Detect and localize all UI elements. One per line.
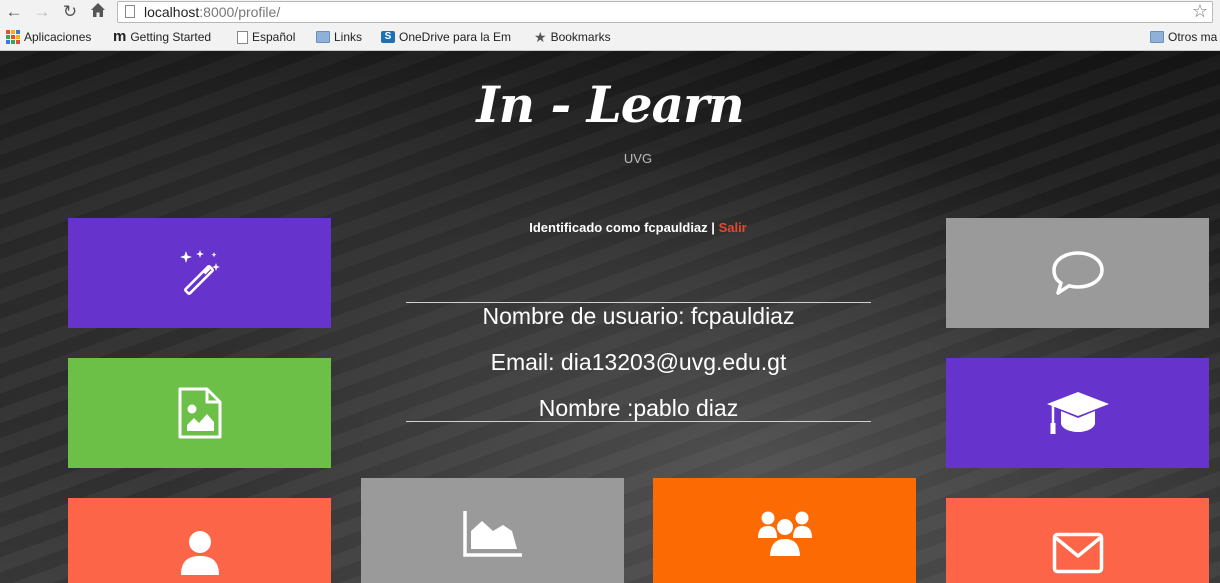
magic-wand-icon — [176, 249, 224, 297]
email-line: Email: dia13203@uvg.edu.gt — [490, 349, 787, 375]
sharepoint-icon: S — [381, 31, 395, 43]
envelope-icon — [1052, 532, 1104, 574]
group-icon — [757, 508, 813, 558]
bookmark-aplicaciones[interactable]: Aplicaciones — [6, 30, 91, 44]
bookmark-label: Bookmarks — [550, 30, 611, 44]
tile-envelope[interactable] — [946, 498, 1209, 583]
site-logo[interactable]: In - Learn — [0, 75, 1220, 134]
tile-area-chart[interactable] — [361, 478, 624, 583]
folder-icon — [1150, 31, 1164, 43]
bookmark-star-icon[interactable]: ☆ — [1192, 1, 1208, 22]
bookmark-otros[interactable]: Otros ma — [1150, 30, 1217, 44]
bookmark-onedrive[interactable]: S OneDrive para la Em — [381, 30, 511, 44]
tile-group[interactable] — [653, 478, 916, 583]
profile-page: In - Learn UVG Identificado como fcpauld… — [0, 51, 1220, 583]
tile-image-file[interactable] — [68, 358, 331, 468]
tile-chat[interactable] — [946, 218, 1209, 328]
bookmark-espanol[interactable]: Español — [237, 30, 295, 44]
graduation-cap-icon — [1045, 390, 1111, 436]
folder-icon — [316, 31, 330, 43]
forward-arrow-icon[interactable]: → — [32, 2, 52, 22]
bookmark-label: Links — [334, 30, 363, 44]
user-icon — [178, 529, 222, 577]
chat-bubble-icon — [1051, 250, 1105, 296]
page-icon — [125, 5, 135, 18]
getting-started-icon: m — [113, 28, 127, 45]
separator: | — [711, 220, 715, 235]
apps-grid-icon — [6, 30, 20, 44]
name-line: Nombre :pablo diaz — [538, 395, 739, 421]
page-icon — [237, 30, 248, 44]
url-host: localhost — [144, 4, 200, 20]
tile-graduation[interactable] — [946, 358, 1209, 468]
bookmark-label: Aplicaciones — [24, 30, 92, 44]
tile-magic-wand[interactable] — [68, 218, 331, 328]
bookmark-bookmarks[interactable]: ★ Bookmarks — [534, 30, 611, 44]
bookmark-links[interactable]: Links — [316, 30, 362, 44]
bookmark-label: OneDrive para la Em — [399, 30, 512, 44]
back-arrow-icon[interactable]: ← — [4, 2, 24, 22]
logged-in-label: Identificado como fcpauldiaz — [529, 220, 708, 235]
bookmark-label: Getting Started — [130, 30, 212, 44]
bookmarks-bar: Aplicaciones m Getting Started Español L… — [0, 26, 1220, 51]
bookmark-getting-started[interactable]: m Getting Started — [113, 28, 212, 45]
home-icon[interactable] — [88, 2, 108, 22]
area-chart-icon — [462, 509, 524, 557]
reload-icon[interactable]: ↻ — [60, 2, 80, 22]
bookmark-label: Otros ma — [1168, 30, 1218, 44]
browser-toolbar: ← → ↻ localhost:8000/profile/ ☆ — [0, 0, 1220, 26]
site-subtitle: UVG — [623, 151, 653, 166]
bookmark-label: Español — [252, 30, 296, 44]
url-path: :8000/profile/ — [199, 4, 281, 20]
divider-bottom — [406, 421, 871, 422]
tile-user[interactable] — [68, 498, 331, 583]
address-bar[interactable]: localhost:8000/profile/ ☆ — [117, 1, 1213, 23]
image-file-icon — [177, 387, 223, 439]
star-icon: ★ — [534, 29, 547, 45]
username-line: Nombre de usuario: fcpauldiaz — [482, 303, 795, 329]
logout-link[interactable]: Salir — [719, 220, 747, 235]
